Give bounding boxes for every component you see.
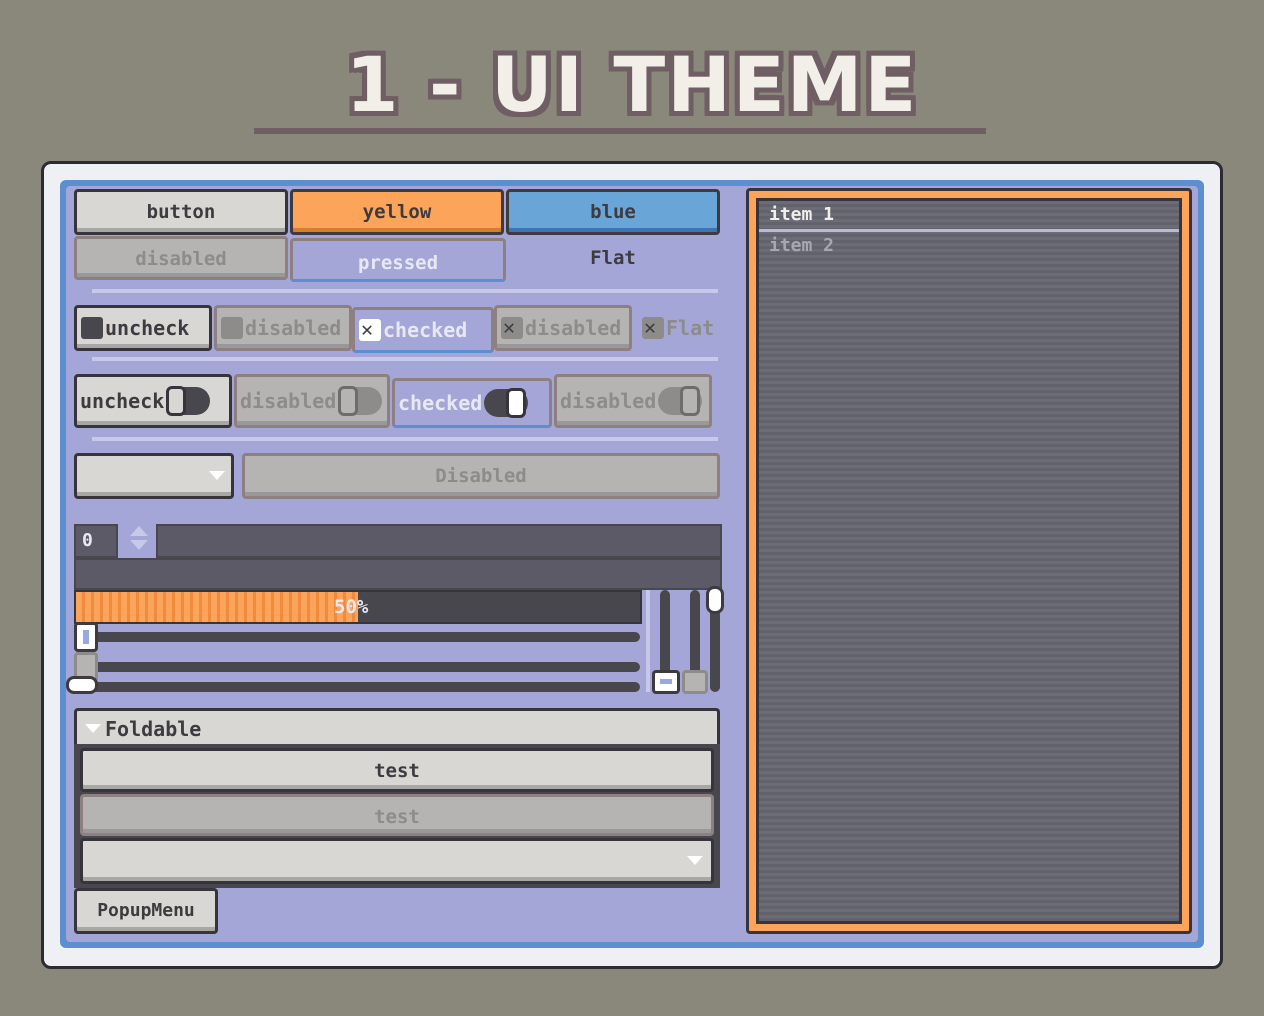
toggle-disabled: disabled xyxy=(234,374,390,428)
toggle-checked[interactable]: checked xyxy=(392,378,552,428)
progress-label: 50% xyxy=(334,596,369,618)
checkbox-label: Flat xyxy=(666,316,715,340)
toggle-checked-disabled: disabled xyxy=(554,374,712,428)
foldable-test-button[interactable]: test xyxy=(80,748,714,792)
chevron-down-icon xyxy=(687,856,703,865)
text-edit[interactable] xyxy=(74,558,722,590)
foldable-test-button-disabled: test xyxy=(80,794,714,836)
checkbox-label: disabled xyxy=(525,316,622,340)
hslider-grabber[interactable] xyxy=(74,622,98,652)
separator xyxy=(92,357,718,361)
foldable-option-dropdown[interactable] xyxy=(80,838,714,884)
separator xyxy=(92,437,718,441)
checkbox-disabled: disabled xyxy=(214,305,352,351)
option-dropdown[interactable] xyxy=(74,453,234,499)
checkmark-x-icon xyxy=(642,315,664,339)
separator xyxy=(92,289,718,293)
toggle-label: disabled xyxy=(560,389,657,413)
checkbox-label: uncheck xyxy=(105,316,190,340)
checkmark-x-icon xyxy=(501,315,523,339)
list-item[interactable]: item 1 xyxy=(759,201,1179,232)
button-disabled: disabled xyxy=(74,236,288,280)
hslider-track[interactable] xyxy=(86,632,640,642)
toggle-switch-icon xyxy=(484,388,529,418)
hscrollbar-grabber[interactable] xyxy=(66,676,98,694)
checkbox-label: disabled xyxy=(245,316,342,340)
list-item[interactable]: item 2 xyxy=(759,232,1179,260)
fold-arrow-icon xyxy=(85,724,101,733)
button-default[interactable]: button xyxy=(74,189,288,235)
checkmark-x-icon xyxy=(359,317,381,341)
vslider-grabber[interactable] xyxy=(652,670,680,694)
hslider-track-disabled xyxy=(86,662,640,672)
button-blue[interactable]: blue xyxy=(506,189,720,235)
checkbox-box-icon xyxy=(81,317,103,339)
option-dropdown-disabled: Disabled xyxy=(242,453,720,499)
progress-fill xyxy=(76,592,358,622)
toggle-switch-icon xyxy=(166,386,211,416)
item-list: item 1 item 2 xyxy=(756,198,1182,924)
checkbox-checked[interactable]: checked xyxy=(352,307,494,353)
button-yellow[interactable]: yellow xyxy=(290,189,504,235)
popup-menu-button[interactable]: PopupMenu xyxy=(74,888,218,934)
spin-arrows-icon[interactable] xyxy=(120,522,156,558)
toggle-label: checked xyxy=(398,391,483,415)
page-title: 1 - UI THEME xyxy=(345,40,919,129)
chevron-down-icon xyxy=(209,471,225,480)
line-edit[interactable] xyxy=(156,524,722,558)
spinbox-value[interactable]: 0 xyxy=(74,524,118,558)
toggle-switch-icon xyxy=(658,386,703,416)
checkbox-label: checked xyxy=(383,318,468,342)
checkbox-checked-disabled: disabled xyxy=(494,305,632,351)
button-flat[interactable]: Flat xyxy=(506,240,720,276)
title-underline xyxy=(254,128,986,134)
progress-bar: 50% xyxy=(74,590,642,624)
toggle-label: uncheck xyxy=(80,389,165,413)
button-pressed[interactable]: pressed xyxy=(290,238,506,282)
checkbox-uncheck[interactable]: uncheck xyxy=(74,305,212,351)
foldable-header[interactable]: Foldable xyxy=(74,708,720,746)
foldable-title: Foldable xyxy=(105,716,202,741)
vseparator xyxy=(646,590,650,692)
vscrollbar-grabber[interactable] xyxy=(706,586,724,614)
checkbox-flat[interactable]: Flat xyxy=(638,310,728,346)
checkbox-box-icon xyxy=(221,317,243,339)
toggle-switch-icon xyxy=(338,386,383,416)
toggle-uncheck[interactable]: uncheck xyxy=(74,374,232,428)
toggle-label: disabled xyxy=(240,389,337,413)
hscrollbar-track[interactable] xyxy=(86,682,640,692)
vslider-grabber-disabled xyxy=(682,670,708,694)
